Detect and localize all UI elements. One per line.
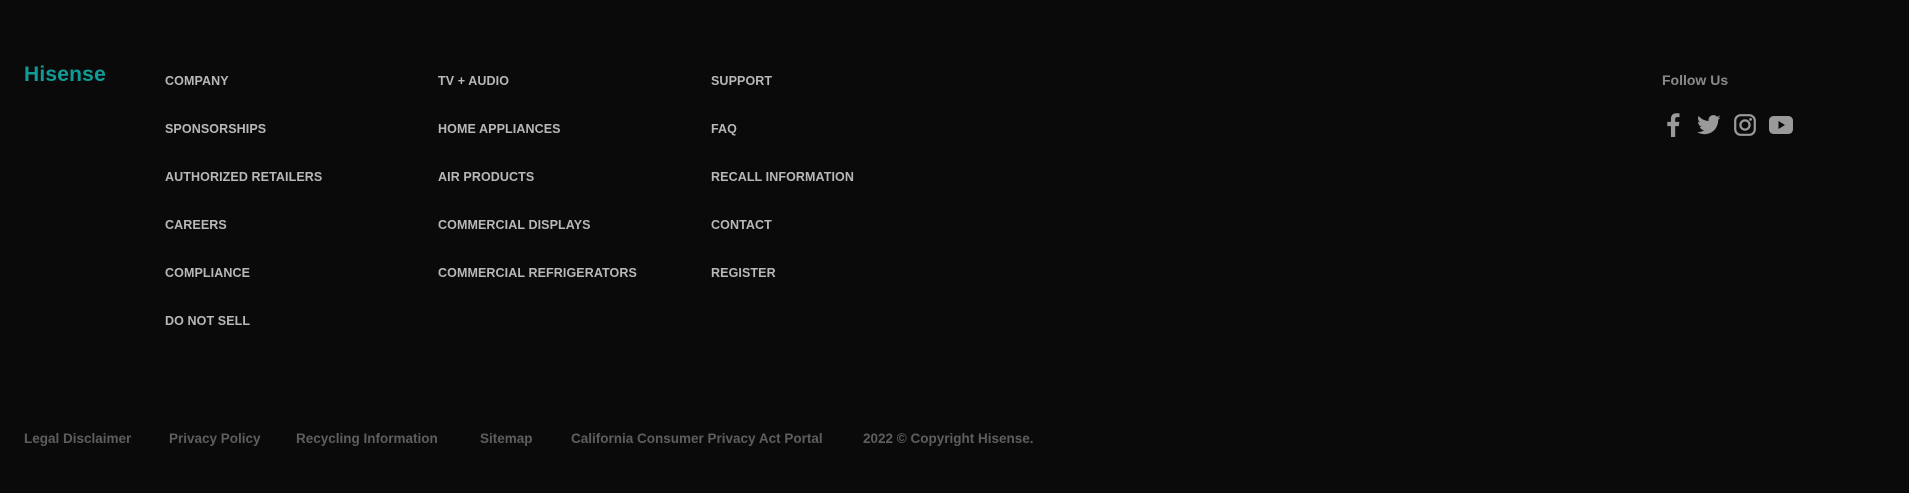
footer-link-air-products[interactable]: AIR PRODUCTS [438, 170, 534, 184]
sitemap-link[interactable]: Sitemap [480, 431, 533, 446]
privacy-policy-link[interactable]: Privacy Policy [169, 431, 261, 446]
ccpa-portal-link[interactable]: California Consumer Privacy Act Portal [571, 431, 823, 446]
youtube-icon[interactable] [1768, 112, 1794, 138]
facebook-icon[interactable] [1660, 112, 1686, 138]
footer-link-company[interactable]: COMPANY [165, 74, 229, 88]
footer-link-tv-audio[interactable]: TV + AUDIO [438, 74, 509, 88]
site-footer: Hisense COMPANY SPONSORSHIPS AUTHORIZED … [0, 0, 1909, 493]
footer-link-recall-information[interactable]: RECALL INFORMATION [711, 170, 854, 184]
footer-link-authorized-retailers[interactable]: AUTHORIZED RETAILERS [165, 170, 322, 184]
footer-link-commercial-refrigerators[interactable]: COMMERCIAL REFRIGERATORS [438, 266, 637, 280]
instagram-glyph [1734, 114, 1756, 136]
twitter-glyph [1697, 115, 1721, 135]
footer-link-compliance[interactable]: COMPLIANCE [165, 266, 250, 280]
instagram-icon[interactable] [1732, 112, 1758, 138]
footer-link-careers[interactable]: CAREERS [165, 218, 227, 232]
hisense-logo[interactable]: Hisense [24, 64, 106, 85]
facebook-glyph [1667, 113, 1680, 137]
youtube-glyph [1769, 116, 1793, 134]
follow-us-heading: Follow Us [1662, 72, 1729, 88]
copyright-text: 2022 © Copyright Hisense. [863, 431, 1034, 446]
footer-link-faq[interactable]: FAQ [711, 122, 737, 136]
footer-link-home-appliances[interactable]: HOME APPLIANCES [438, 122, 561, 136]
footer-link-do-not-sell[interactable]: DO NOT SELL [165, 314, 250, 328]
footer-link-sponsorships[interactable]: SPONSORSHIPS [165, 122, 266, 136]
footer-link-commercial-displays[interactable]: COMMERCIAL DISPLAYS [438, 218, 591, 232]
footer-link-support[interactable]: SUPPORT [711, 74, 772, 88]
recycling-information-link[interactable]: Recycling Information [296, 431, 438, 446]
twitter-icon[interactable] [1696, 112, 1722, 138]
legal-disclaimer-link[interactable]: Legal Disclaimer [24, 431, 131, 446]
footer-link-contact[interactable]: CONTACT [711, 218, 772, 232]
footer-link-register[interactable]: REGISTER [711, 266, 776, 280]
